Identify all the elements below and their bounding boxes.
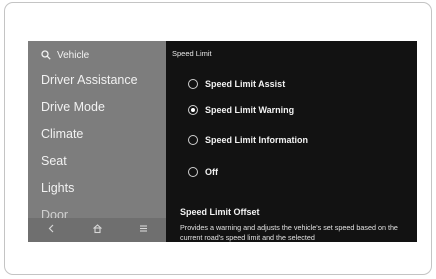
option-label: Speed Limit Information	[205, 135, 309, 145]
search-icon	[41, 50, 51, 60]
sidebar-item-lights[interactable]: Lights	[28, 175, 166, 202]
sidebar-menu: Driver Assistance Drive Mode Climate Sea…	[28, 67, 166, 222]
speed-limit-offset-description: Provides a warning and adjusts the vehic…	[180, 223, 398, 242]
menu-button[interactable]	[138, 221, 149, 239]
sidebar-item-seat[interactable]: Seat	[28, 148, 166, 175]
option-label: Speed Limit Warning	[205, 105, 295, 115]
option-label: Off	[205, 167, 218, 177]
speed-limit-offset-title[interactable]: Speed Limit Offset	[180, 207, 260, 217]
sidebar-item-drive-mode[interactable]: Drive Mode	[28, 94, 166, 121]
menu-icon	[139, 225, 147, 232]
back-button[interactable]	[46, 221, 57, 239]
home-icon	[92, 224, 102, 234]
sidebar-item-driver-assistance[interactable]: Driver Assistance	[28, 67, 166, 94]
settings-panel: Speed Limit Speed Limit Assist Speed Lim…	[166, 41, 417, 242]
radio-button[interactable]	[188, 167, 198, 177]
sidebar: Vehicle Driver Assistance Drive Mode Cli…	[28, 41, 166, 242]
radio-button-selected[interactable]	[188, 105, 198, 115]
panel-title: Speed Limit	[172, 49, 212, 58]
option-speed-limit-assist[interactable]: Speed Limit Assist	[188, 77, 285, 91]
home-button[interactable]	[92, 221, 103, 239]
option-speed-limit-warning[interactable]: Speed Limit Warning	[188, 103, 294, 117]
back-icon	[48, 224, 53, 233]
bottom-nav-bar	[28, 218, 166, 242]
sidebar-item-climate[interactable]: Climate	[28, 121, 166, 148]
radio-button[interactable]	[188, 79, 198, 89]
option-speed-limit-information[interactable]: Speed Limit Information	[188, 133, 308, 147]
option-off[interactable]: Off	[188, 165, 218, 179]
infotainment-screen: Vehicle Driver Assistance Drive Mode Cli…	[28, 41, 417, 242]
vehicle-search[interactable]: Vehicle	[41, 47, 89, 63]
radio-button[interactable]	[188, 135, 198, 145]
search-label: Vehicle	[57, 49, 90, 61]
option-label: Speed Limit Assist	[205, 79, 286, 89]
